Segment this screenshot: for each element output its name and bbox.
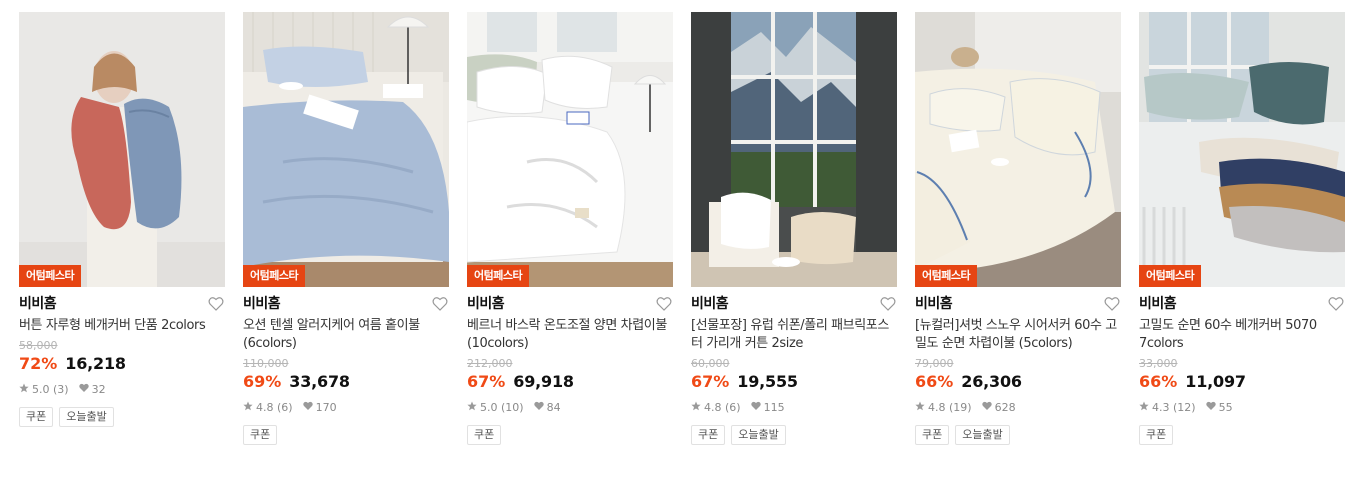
rating: 4.8 (6)	[256, 400, 293, 414]
product-image[interactable]	[691, 12, 897, 287]
brand-name[interactable]: 비비홈	[467, 293, 505, 313]
star-icon	[1139, 401, 1149, 414]
heart-icon	[78, 383, 89, 396]
coupon-tag: 쿠폰	[1139, 425, 1174, 445]
event-badge: 어텀페스타	[915, 265, 978, 287]
sale-price: 26,306	[961, 372, 1022, 391]
product-title[interactable]: [뉴컬러]셔벗 스노우 시어서커 60수 고밀도 순면 차렵이불 (5color…	[915, 317, 1121, 353]
product-card[interactable]: 어텀페스타 비비홈 버튼 자루형 베개커버 단품 2colors 58,000 …	[19, 12, 225, 445]
product-photo	[1139, 12, 1345, 287]
heart-outline-icon[interactable]	[1103, 294, 1121, 312]
heart-icon	[981, 401, 992, 414]
product-card[interactable]: 어텀페스타 비비홈 베르너 바스락 온도조절 양면 차렵이불 (10colors…	[467, 12, 673, 445]
star-icon	[19, 383, 29, 396]
original-price: 60,000	[691, 357, 730, 370]
sale-price: 19,555	[737, 372, 798, 391]
product-card[interactable]: 어텀페스타 비비홈 [뉴컬러]셔벗 스노우 시어서커 60수 고밀도 순면 차렵…	[915, 12, 1121, 445]
sale-price: 11,097	[1185, 372, 1246, 391]
star-icon	[691, 401, 701, 414]
discount-rate: 66%	[1139, 372, 1178, 391]
like-count: 628	[994, 400, 1016, 414]
event-badge: 어텀페스타	[467, 265, 530, 287]
brand-name[interactable]: 비비홈	[691, 293, 729, 313]
product-image[interactable]: 어텀페스타	[19, 12, 225, 287]
brand-name[interactable]: 비비홈	[243, 293, 281, 313]
product-photo	[691, 12, 897, 287]
heart-icon	[302, 401, 313, 414]
coupon-tag: 쿠폰	[691, 425, 726, 445]
original-price: 212,000	[467, 357, 513, 370]
rating: 5.0 (10)	[480, 400, 524, 414]
product-title[interactable]: 베르너 바스락 온도조절 양면 차렵이불 (10colors)	[467, 317, 673, 353]
like-count: 115	[763, 400, 785, 414]
coupon-tag: 쿠폰	[243, 425, 278, 445]
product-photo	[915, 12, 1121, 287]
rating: 4.8 (19)	[928, 400, 972, 414]
original-price: 110,000	[243, 357, 289, 370]
original-price: 33,000	[1139, 357, 1178, 370]
brand-name[interactable]: 비비홈	[1139, 293, 1177, 313]
coupon-tag: 쿠폰	[467, 425, 502, 445]
coupon-tag: 쿠폰	[915, 425, 950, 445]
product-image[interactable]: 어텀페스타	[243, 12, 449, 287]
brand-name[interactable]: 비비홈	[19, 293, 57, 313]
rating: 5.0 (3)	[32, 382, 69, 396]
like-count: 55	[1218, 400, 1233, 414]
brand-name[interactable]: 비비홈	[915, 293, 953, 313]
heart-outline-icon[interactable]	[1327, 294, 1345, 312]
discount-rate: 69%	[243, 372, 282, 391]
sale-price: 16,218	[65, 354, 126, 373]
sale-price: 69,918	[513, 372, 574, 391]
product-title[interactable]: 고밀도 순면 60수 베개커버 5070 7colors	[1139, 317, 1345, 353]
event-badge: 어텀페스타	[243, 265, 306, 287]
heart-outline-icon[interactable]	[879, 294, 897, 312]
rating: 4.3 (12)	[1152, 400, 1196, 414]
heart-outline-icon[interactable]	[655, 294, 673, 312]
product-title[interactable]: 오션 텐셀 알러지케어 여름 홑이불 (6colors)	[243, 317, 449, 353]
discount-rate: 66%	[915, 372, 954, 391]
like-count: 84	[546, 400, 561, 414]
product-card[interactable]: 비비홈 [선물포장] 유럽 쉬폰/폴리 패브릭포스터 가리개 커튼 2size …	[691, 12, 897, 445]
heart-icon	[1205, 401, 1216, 414]
heart-outline-icon[interactable]	[207, 294, 225, 312]
product-image[interactable]: 어텀페스타	[1139, 12, 1345, 287]
same-day-shipping-tag: 오늘출발	[731, 425, 786, 445]
product-title[interactable]: [선물포장] 유럽 쉬폰/폴리 패브릭포스터 가리개 커튼 2size	[691, 317, 897, 353]
star-icon	[915, 401, 925, 414]
rating: 4.8 (6)	[704, 400, 741, 414]
product-photo	[243, 12, 449, 287]
heart-outline-icon[interactable]	[431, 294, 449, 312]
event-badge: 어텀페스타	[19, 265, 82, 287]
product-image[interactable]: 어텀페스타	[467, 12, 673, 287]
product-title[interactable]: 버튼 자루형 베개커버 단품 2colors	[19, 317, 225, 335]
like-count: 170	[315, 400, 337, 414]
coupon-tag: 쿠폰	[19, 407, 54, 427]
product-card[interactable]: 어텀페스타 비비홈 고밀도 순면 60수 베개커버 5070 7colors 3…	[1139, 12, 1345, 445]
star-icon	[467, 401, 477, 414]
original-price: 58,000	[19, 339, 58, 352]
discount-rate: 72%	[19, 354, 58, 373]
product-card[interactable]: 어텀페스타 비비홈 오션 텐셀 알러지케어 여름 홑이불 (6colors) 1…	[243, 12, 449, 445]
same-day-shipping-tag: 오늘출발	[59, 407, 114, 427]
product-photo	[19, 12, 225, 287]
discount-rate: 67%	[691, 372, 730, 391]
star-icon	[243, 401, 253, 414]
original-price: 79,000	[915, 357, 954, 370]
event-badge: 어텀페스타	[1139, 265, 1202, 287]
product-image[interactable]: 어텀페스타	[915, 12, 1121, 287]
heart-icon	[533, 401, 544, 414]
product-grid: 어텀페스타 비비홈 버튼 자루형 베개커버 단품 2colors 58,000 …	[19, 12, 1345, 445]
heart-icon	[750, 401, 761, 414]
product-photo	[467, 12, 673, 287]
sale-price: 33,678	[289, 372, 350, 391]
discount-rate: 67%	[467, 372, 506, 391]
same-day-shipping-tag: 오늘출발	[955, 425, 1010, 445]
like-count: 32	[91, 382, 106, 396]
